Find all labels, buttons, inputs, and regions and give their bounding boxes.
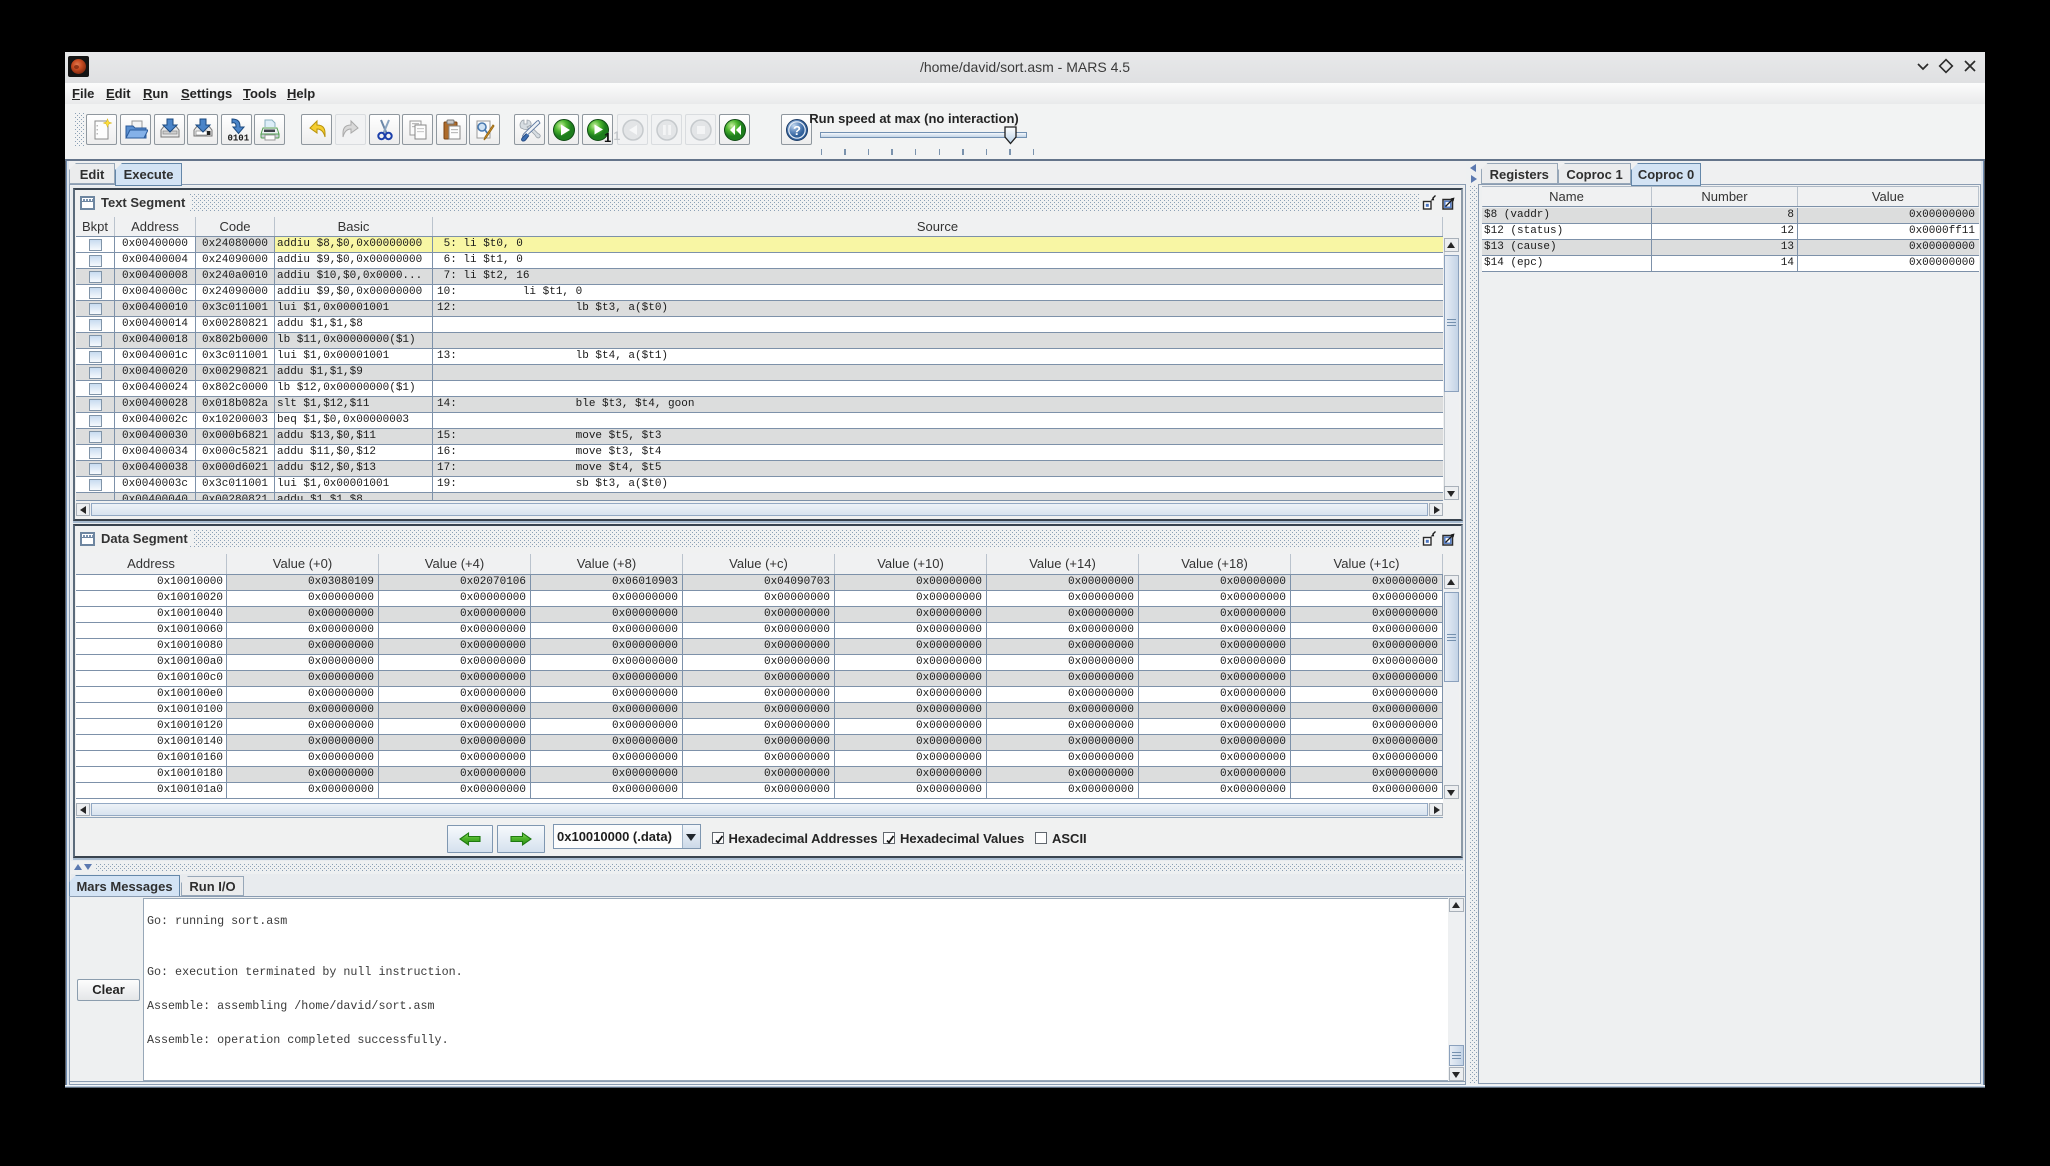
svg-text:?: ? <box>793 123 801 138</box>
svg-text:0101: 0101 <box>227 134 249 143</box>
